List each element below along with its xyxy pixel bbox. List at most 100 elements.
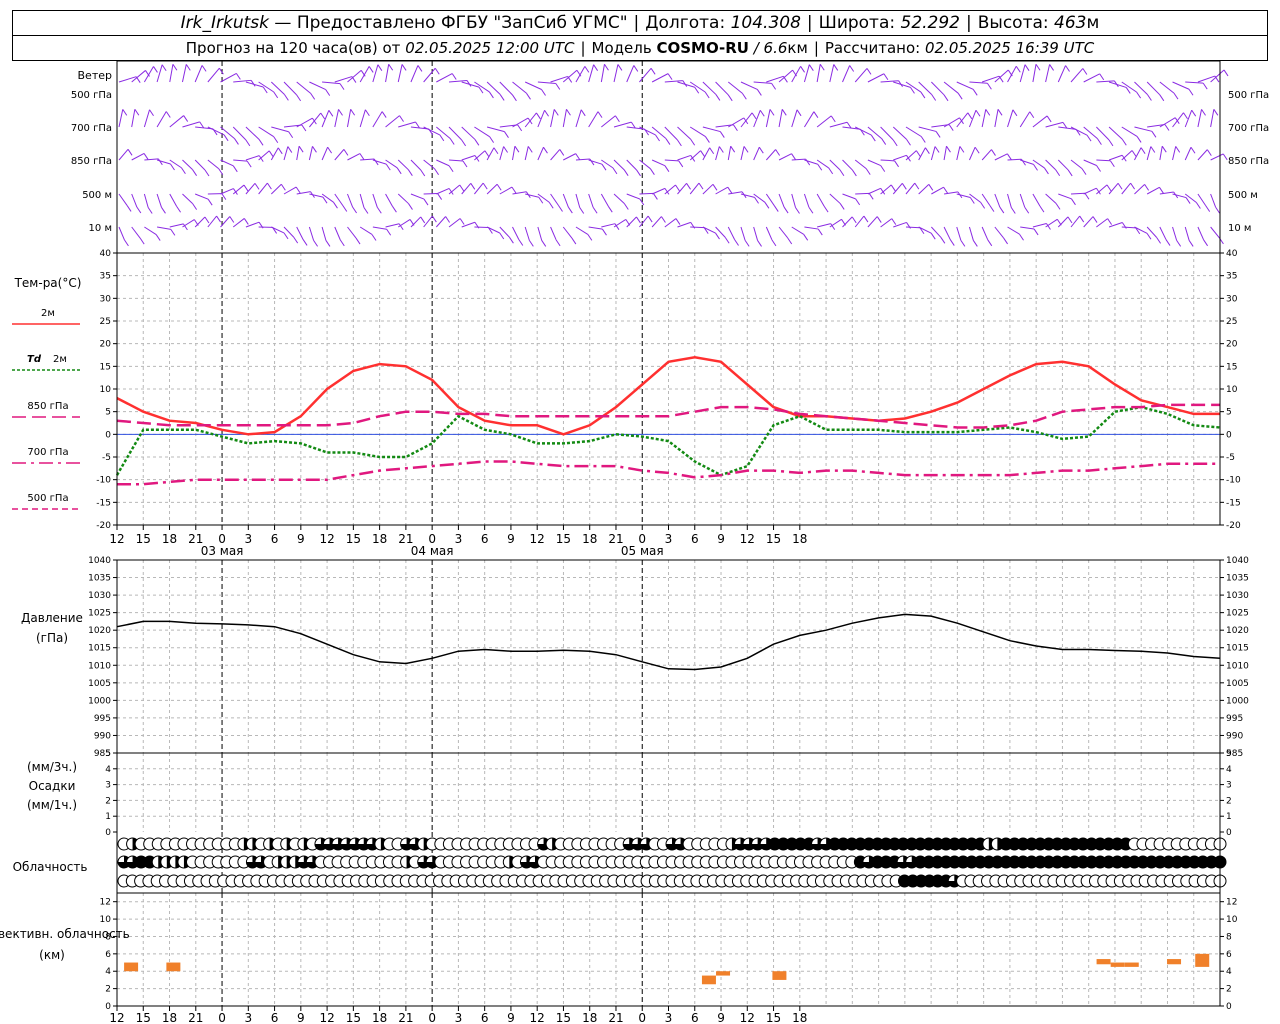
wind-barb [271, 126, 289, 133]
wind-barb [1164, 124, 1170, 131]
wind-barb [543, 146, 548, 154]
wind-barb [1081, 168, 1087, 175]
wind-barb [372, 193, 378, 208]
wind-barb [1070, 159, 1083, 170]
wind-barb [1210, 153, 1224, 161]
wind-barb [700, 150, 706, 157]
wind-barb [981, 193, 991, 206]
wind-barb [232, 184, 245, 195]
wind-barb [258, 150, 270, 161]
wind-barb [517, 124, 523, 132]
wind-barb [712, 184, 718, 191]
wind-barb [277, 147, 283, 155]
wind-barb [220, 159, 234, 167]
wind-barb [1019, 64, 1026, 83]
wind-barb [613, 64, 619, 83]
wind-barb [639, 215, 649, 228]
wind-barb [715, 186, 729, 195]
wind-barb [588, 159, 603, 165]
wind-barb [664, 184, 676, 195]
wind-barb [359, 109, 366, 128]
wind-barb [756, 89, 762, 96]
wind-barb [1185, 197, 1191, 204]
wind-barb [410, 216, 422, 228]
wind-barb [575, 66, 586, 83]
wind-barb [169, 223, 184, 228]
wind-barb [661, 216, 666, 223]
wind-barb [633, 65, 639, 72]
wind-level-label-right: 10 м [1228, 223, 1251, 234]
wind-barb [600, 193, 609, 207]
wind-barb [890, 184, 896, 192]
wind-barb [325, 89, 331, 96]
x-tick-label: 12 [740, 532, 755, 546]
wind-barb [124, 239, 129, 247]
wind-barb [410, 193, 425, 200]
wind-barb [499, 146, 505, 161]
wind-barb [271, 226, 285, 234]
wind-barb [525, 193, 539, 198]
wind-barb [969, 81, 988, 84]
wind-barb [1195, 202, 1201, 209]
wind-barb [677, 126, 692, 140]
wind-barb [1159, 94, 1165, 102]
wind-barb [1150, 146, 1156, 153]
wind-barb [744, 240, 750, 247]
wind-barb [1033, 228, 1039, 236]
wind-barb [1045, 193, 1057, 204]
wind-barb [567, 206, 573, 214]
wind-barb [614, 115, 620, 123]
x-tick-label: 3 [244, 1011, 252, 1024]
wind-barb [207, 198, 213, 206]
convective-bar [1124, 962, 1139, 967]
wind-barb [1159, 226, 1167, 240]
wind-barb [308, 146, 313, 161]
wind-barb [639, 67, 652, 83]
wind-barb [408, 203, 413, 210]
wind-barb [880, 80, 899, 83]
wind-barb [924, 147, 930, 154]
wind-barb [1107, 218, 1113, 225]
legend-td-suffix: 2м [53, 354, 67, 365]
wind-barb [1083, 187, 1097, 195]
wind-level-label-left: 500 гПа [71, 90, 112, 101]
wind-barb [169, 193, 178, 207]
wind-barb [1136, 91, 1142, 99]
wind-barb [423, 198, 429, 206]
wind-barb [601, 223, 616, 228]
wind-barb [1010, 207, 1016, 214]
y-tick-label: 6 [105, 950, 111, 960]
wind-barb [1184, 226, 1190, 241]
wind-barb [232, 218, 245, 228]
y-tick-label: 15 [100, 362, 111, 372]
wind-barb [1045, 121, 1064, 128]
wind-barb [914, 182, 920, 190]
wind-barb [207, 67, 220, 83]
wind-barb [1159, 146, 1163, 161]
wind-barb [122, 109, 128, 116]
wind-barb [829, 218, 842, 228]
wind-barb [194, 159, 206, 171]
wind-barb [258, 81, 274, 93]
wind-barb [727, 146, 732, 161]
wind-barb [204, 216, 210, 224]
wind-barb [488, 91, 494, 99]
wind-barb [880, 218, 893, 228]
wind-barb [448, 184, 461, 195]
wind-barb [185, 64, 191, 71]
wind-barb [791, 158, 806, 161]
wind-barb [733, 124, 738, 132]
y-tick-label: 35 [1226, 272, 1237, 282]
wind-barb [118, 193, 128, 206]
wind-barb [734, 239, 739, 246]
wind-barb [347, 226, 357, 239]
wind-level-label-right: 700 гПа [1228, 123, 1269, 134]
wind-barb [981, 226, 989, 241]
wind-barb [613, 193, 625, 204]
wind-barb [715, 146, 720, 161]
wind-barb [562, 226, 573, 239]
x-tick-label: 3 [665, 532, 673, 546]
wind-barb [817, 223, 831, 228]
wind-barb [636, 216, 641, 224]
wind-barb [600, 64, 605, 83]
